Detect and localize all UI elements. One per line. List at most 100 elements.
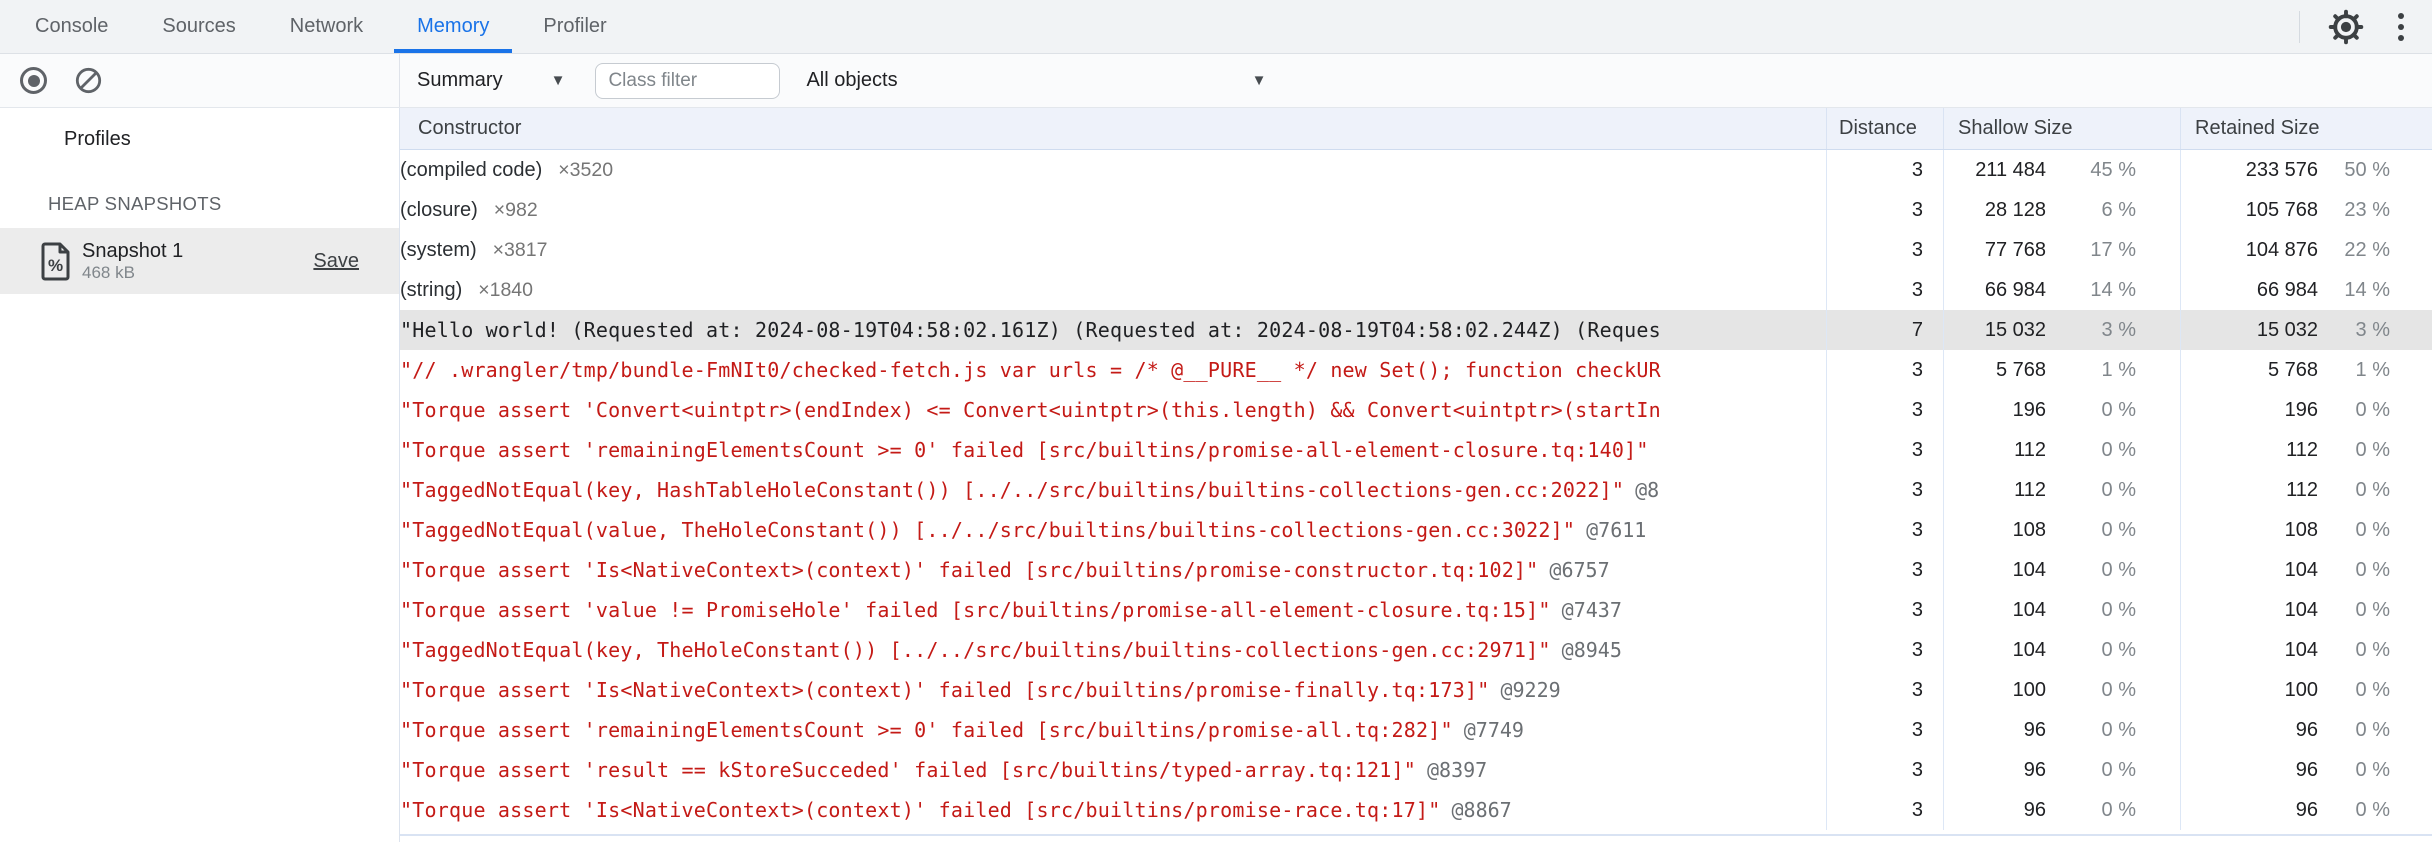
shallow-size-cell: 104 0 % (1943, 630, 2180, 670)
object-id: @8397 (1427, 758, 1488, 782)
tab-profiler[interactable]: Profiler (516, 0, 633, 53)
shallow-size-percent: 6 % (2101, 198, 2136, 221)
retained-size-value: 96 (2295, 718, 2318, 741)
shallow-size-cell: 104 0 % (1943, 590, 2180, 630)
class-filter-input[interactable] (595, 62, 781, 99)
tab-memory[interactable]: Memory (390, 0, 516, 53)
constructor-cell[interactable]: "TaggedNotEqual(value, TheHoleConstant()… (400, 510, 1826, 550)
instance-count: ×3520 (558, 158, 614, 181)
grid-header: Constructor Distance Shallow Size Retain… (400, 108, 2432, 150)
clear-profiles-icon[interactable] (75, 67, 102, 94)
grid-row[interactable]: "Torque assert 'remainingElementsCount >… (400, 710, 2432, 750)
more-options-kebab-icon[interactable] (2392, 9, 2410, 45)
shallow-size-value: 196 (2012, 398, 2046, 421)
shallow-size-cell: 96 0 % (1943, 750, 2180, 790)
grid-row[interactable]: "Torque assert 'remainingElementsCount >… (400, 430, 2432, 470)
shallow-size-percent: 3 % (2101, 318, 2136, 341)
grid-row[interactable]: "Torque assert 'Is<NativeContext>(contex… (400, 550, 2432, 590)
profiles-sidebar: Profiles HEAP SNAPSHOTS % Snapshot 1 468… (0, 108, 400, 842)
constructor-cell[interactable]: "Torque assert 'Convert<uintptr>(endInde… (400, 390, 1826, 430)
constructor-cell[interactable]: "Hello world! (Requested at: 2024-08-19T… (400, 310, 1826, 350)
retained-size-cell: 104 876 22 % (2180, 230, 2432, 270)
constructor-cell[interactable]: (compiled code) ×3520 (400, 150, 1826, 190)
retained-size-cell: 105 768 23 % (2180, 190, 2432, 230)
shallow-size-value: 66 984 (1984, 278, 2046, 301)
constructor-cell[interactable]: "Torque assert 'Is<NativeContext>(contex… (400, 670, 1826, 710)
constructor-label: (string) (400, 278, 463, 301)
grid-row[interactable]: (string) ×1840 3 66 984 14 % 66 984 14 % (400, 270, 2432, 310)
shallow-size-cell: 96 0 % (1943, 710, 2180, 750)
grid-row[interactable]: "TaggedNotEqual(value, TheHoleConstant()… (400, 510, 2432, 550)
distance-cell: 3 (1826, 790, 1943, 830)
retained-size-value: 196 (2284, 398, 2318, 421)
shallow-size-cell: 15 032 3 % (1943, 310, 2180, 350)
retained-size-cell: 112 0 % (2180, 430, 2432, 470)
grid-row[interactable]: "TaggedNotEqual(key, TheHoleConstant()) … (400, 630, 2432, 670)
retained-size-cell: 104 0 % (2180, 590, 2432, 630)
sidebar-title: Profiles (64, 128, 131, 150)
constructor-cell[interactable]: "Torque assert 'remainingElementsCount >… (400, 430, 1826, 470)
distance-cell: 3 (1826, 670, 1943, 710)
tab-console[interactable]: Console (8, 0, 135, 53)
sidebar-item-snapshot-1[interactable]: % Snapshot 1 468 kB Save (0, 228, 399, 294)
constructor-cell[interactable]: (closure) ×982 (400, 190, 1826, 230)
object-id: @8945 (1561, 638, 1622, 662)
constructor-cell[interactable]: "// .wrangler/tmp/bundle-FmNIt0/checked-… (400, 350, 1826, 390)
grid-row[interactable]: "// .wrangler/tmp/bundle-FmNIt0/checked-… (400, 350, 2432, 390)
shallow-size-value: 112 (2014, 438, 2046, 461)
grid-row[interactable]: "Torque assert 'result == kStoreSucceded… (400, 750, 2432, 790)
constructor-label: "Torque assert 'Convert<uintptr>(endInde… (400, 398, 1661, 422)
constructor-cell[interactable]: "TaggedNotEqual(key, HashTableHoleConsta… (400, 470, 1826, 510)
retained-size-value: 105 768 (2245, 198, 2318, 221)
shallow-size-cell: 112 0 % (1943, 430, 2180, 470)
column-header-retained-size[interactable]: Retained Size (2180, 108, 2432, 149)
grid-row[interactable]: "Torque assert 'Convert<uintptr>(endInde… (400, 390, 2432, 430)
grid-row[interactable]: (closure) ×982 3 28 128 6 % 105 768 23 % (400, 190, 2432, 230)
objects-scope-select[interactable]: All objects ▼ (806, 69, 1266, 92)
tab-sources[interactable]: Sources (135, 0, 262, 53)
constructor-label: "Torque assert 'remainingElementsCount >… (400, 718, 1453, 742)
grid-row[interactable]: "Hello world! (Requested at: 2024-08-19T… (400, 310, 2432, 350)
grid-row[interactable]: (compiled code) ×3520 3 211 484 45 % 233… (400, 150, 2432, 190)
constructor-cell[interactable]: "Torque assert 'result == kStoreSucceded… (400, 750, 1826, 790)
constructor-label: "TaggedNotEqual(key, HashTableHoleConsta… (400, 478, 1625, 502)
retained-size-percent: 1 % (2355, 358, 2390, 381)
grid-row[interactable]: (system) ×3817 3 77 768 17 % 104 876 22 … (400, 230, 2432, 270)
perspective-select[interactable]: Summary ▼ (417, 69, 565, 92)
constructor-cell[interactable]: "Torque assert 'Is<NativeContext>(contex… (400, 790, 1826, 830)
constructor-cell[interactable]: "Torque assert 'value != PromiseHole' fa… (400, 590, 1826, 630)
instance-count: ×1840 (478, 278, 534, 301)
grid-row[interactable]: "Torque assert 'value != PromiseHole' fa… (400, 590, 2432, 630)
retained-size-cell: 108 0 % (2180, 510, 2432, 550)
grid-row[interactable]: "TaggedNotEqual(key, HashTableHoleConsta… (400, 470, 2432, 510)
constructor-cell[interactable]: "Torque assert 'remainingElementsCount >… (400, 710, 1826, 750)
shallow-size-cell: 112 0 % (1943, 470, 2180, 510)
grid-row[interactable]: "Torque assert 'Is<NativeContext>(contex… (400, 790, 2432, 830)
settings-gear-icon[interactable] (2328, 9, 2364, 45)
grid-row[interactable]: "Torque assert 'Is<NativeContext>(contex… (400, 670, 2432, 710)
constructor-cell[interactable]: (string) ×1840 (400, 270, 1826, 310)
constructor-cell[interactable]: "Torque assert 'Is<NativeContext>(contex… (400, 550, 1826, 590)
tab-network[interactable]: Network (263, 0, 390, 53)
distance-cell: 3 (1826, 390, 1943, 430)
column-header-distance[interactable]: Distance (1826, 108, 1943, 149)
save-snapshot-link[interactable]: Save (313, 250, 359, 273)
column-header-shallow-size[interactable]: Shallow Size (1943, 108, 2180, 149)
constructor-label: (system) (400, 238, 477, 261)
retained-size-percent: 23 % (2344, 198, 2390, 221)
retained-size-percent: 0 % (2355, 678, 2390, 701)
shallow-size-cell: 108 0 % (1943, 510, 2180, 550)
constructor-cell[interactable]: (system) ×3817 (400, 230, 1826, 270)
shallow-size-percent: 0 % (2101, 478, 2136, 501)
shallow-size-cell: 28 128 6 % (1943, 190, 2180, 230)
record-heap-snapshot-icon[interactable] (20, 67, 47, 94)
object-id: @8 (1635, 478, 1660, 502)
constructor-cell[interactable]: "TaggedNotEqual(key, TheHoleConstant()) … (400, 630, 1826, 670)
column-header-constructor[interactable]: Constructor (400, 108, 1826, 149)
constructor-label: "Hello world! (Requested at: 2024-08-19T… (400, 318, 1661, 342)
constructor-label: "// .wrangler/tmp/bundle-FmNIt0/checked-… (400, 358, 1661, 382)
retained-size-percent: 0 % (2355, 558, 2390, 581)
retained-size-value: 96 (2295, 758, 2318, 781)
shallow-size-percent: 0 % (2101, 438, 2136, 461)
retained-size-cell: 96 0 % (2180, 710, 2432, 750)
